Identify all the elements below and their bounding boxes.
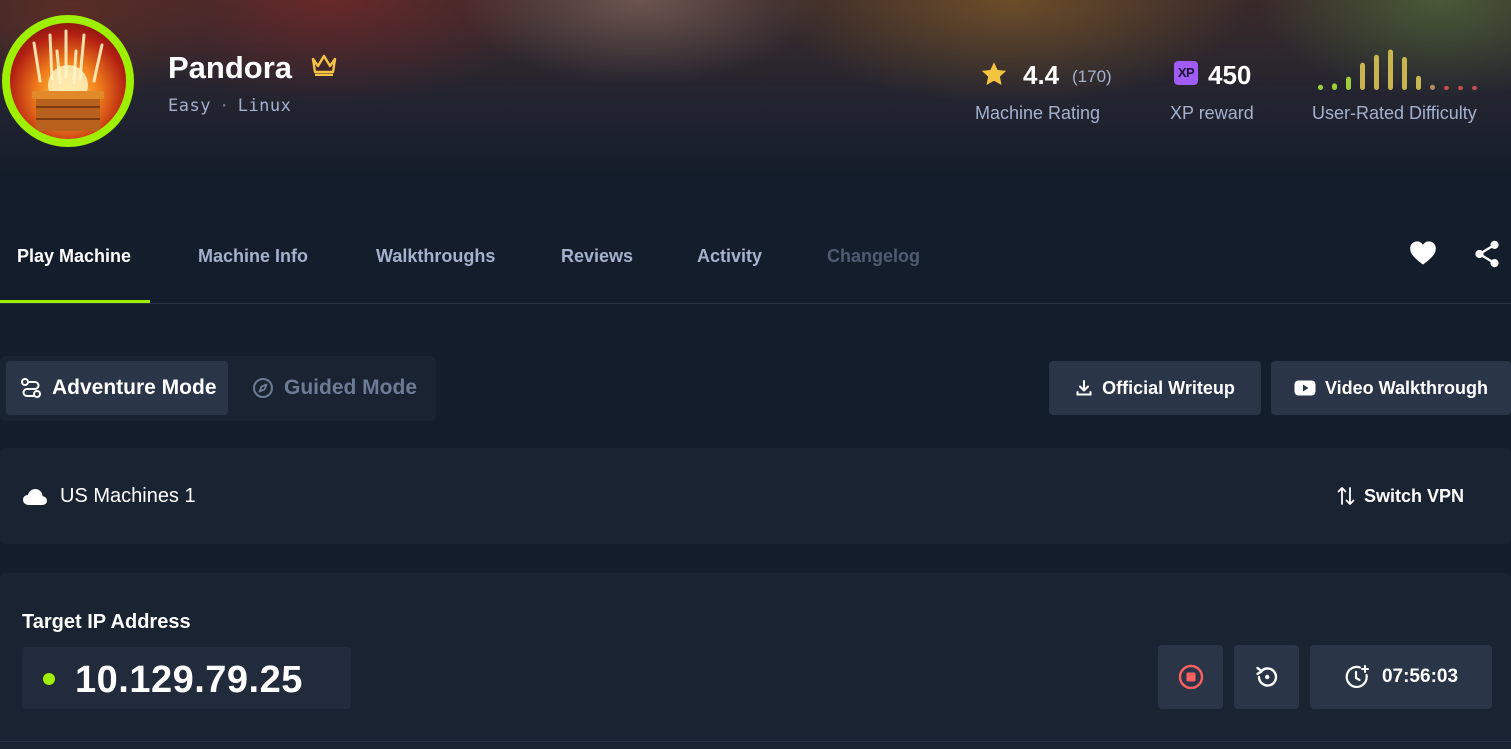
share-icon[interactable]: [1474, 240, 1500, 268]
xp-value: 450: [1208, 60, 1252, 90]
machine-os: Linux: [237, 96, 292, 116]
vpn-server-name: US Machines 1: [60, 485, 196, 507]
compass-icon: [253, 378, 273, 398]
official-writeup-button[interactable]: Official Writeup: [1049, 361, 1261, 415]
stop-machine-button[interactable]: [1158, 645, 1223, 709]
tab-machine-info[interactable]: Machine Info: [198, 246, 308, 267]
tab-changelog[interactable]: Changelog: [827, 246, 920, 267]
route-icon: [21, 378, 41, 398]
official-writeup-label: Official Writeup: [1102, 377, 1235, 398]
guided-mode-button[interactable]: Guided Mode: [236, 361, 432, 415]
bottom-divider: [0, 741, 1511, 742]
rating-value: 4.4: [1023, 60, 1060, 90]
switch-vpn-label: Switch VPN: [1364, 485, 1465, 506]
cloud-icon: [22, 488, 48, 511]
target-ip-box[interactable]: 10.129.79.25: [22, 647, 351, 709]
timer-add-icon: [1345, 665, 1369, 689]
time-remaining: 07:56:03: [1381, 666, 1459, 687]
machine-meta: Easy · Linux: [168, 96, 291, 116]
difficulty-bar: [1416, 75, 1421, 90]
reset-machine-button[interactable]: [1234, 645, 1299, 709]
target-ip-label: Target IP Address: [22, 611, 191, 633]
machine-difficulty: Easy: [168, 96, 211, 116]
mode-toggle: Adventure Mode Guided Mode: [0, 356, 436, 421]
extend-time-button[interactable]: 07:56:03: [1310, 645, 1492, 709]
video-walkthrough-button[interactable]: Video Walkthrough: [1271, 361, 1511, 415]
difficulty-label: User-Rated Difficulty: [1312, 103, 1477, 123]
tab-bar: Play Machine Machine Info Walkthroughs R…: [0, 218, 1511, 304]
difficulty-bar: [1430, 84, 1435, 90]
heart-icon[interactable]: [1409, 240, 1437, 268]
xp-icon: XP: [1174, 61, 1198, 85]
difficulty-bar: [1374, 54, 1379, 90]
tab-reviews[interactable]: Reviews: [561, 246, 633, 267]
difficulty-bar: [1360, 62, 1365, 90]
video-walkthrough-label: Video Walkthrough: [1324, 377, 1488, 398]
stop-icon: [1178, 664, 1203, 690]
difficulty-bar: [1458, 86, 1463, 90]
target-ip-address[interactable]: 10.129.79.25: [75, 659, 303, 702]
active-tab-indicator: [0, 300, 150, 303]
difficulty-bar: [1444, 86, 1449, 90]
adventure-mode-button[interactable]: Adventure Mode: [6, 361, 228, 415]
difficulty-chart: [1318, 49, 1477, 90]
adventure-mode-label: Adventure Mode: [52, 376, 217, 399]
difficulty-bar: [1388, 49, 1393, 90]
vpn-panel: US Machines 1 Switch VPN: [0, 448, 1511, 544]
difficulty-bar: [1318, 84, 1323, 90]
target-panel: Target IP Address 10.129.79.25 07:56:03: [0, 573, 1511, 749]
youtube-icon: [1294, 380, 1316, 396]
guided-mode-label: Guided Mode: [284, 376, 417, 399]
download-icon: [1076, 380, 1092, 396]
difficulty-bar: [1332, 83, 1337, 90]
header-fade: [0, 150, 1511, 180]
crown-icon: [310, 52, 338, 81]
machine-name: Pandora: [168, 50, 293, 85]
rating-count: (170): [1072, 67, 1112, 86]
star-icon: [980, 61, 1008, 93]
machine-avatar: [2, 15, 134, 147]
meta-separator: ·: [218, 96, 230, 116]
switch-vpn-button[interactable]: Switch VPN: [1336, 485, 1464, 507]
difficulty-bar: [1402, 57, 1407, 90]
reset-icon: [1255, 666, 1277, 687]
difficulty-bar: [1346, 76, 1351, 90]
status-dot: [43, 673, 55, 685]
difficulty-bar: [1472, 86, 1477, 90]
xp-label: XP reward: [1170, 103, 1254, 123]
tab-walkthroughs[interactable]: Walkthroughs: [376, 246, 495, 267]
swap-arrows-icon: [1337, 487, 1355, 505]
rating-label: Machine Rating: [975, 103, 1101, 123]
tab-activity[interactable]: Activity: [697, 246, 762, 267]
tab-play-machine[interactable]: Play Machine: [17, 246, 131, 267]
